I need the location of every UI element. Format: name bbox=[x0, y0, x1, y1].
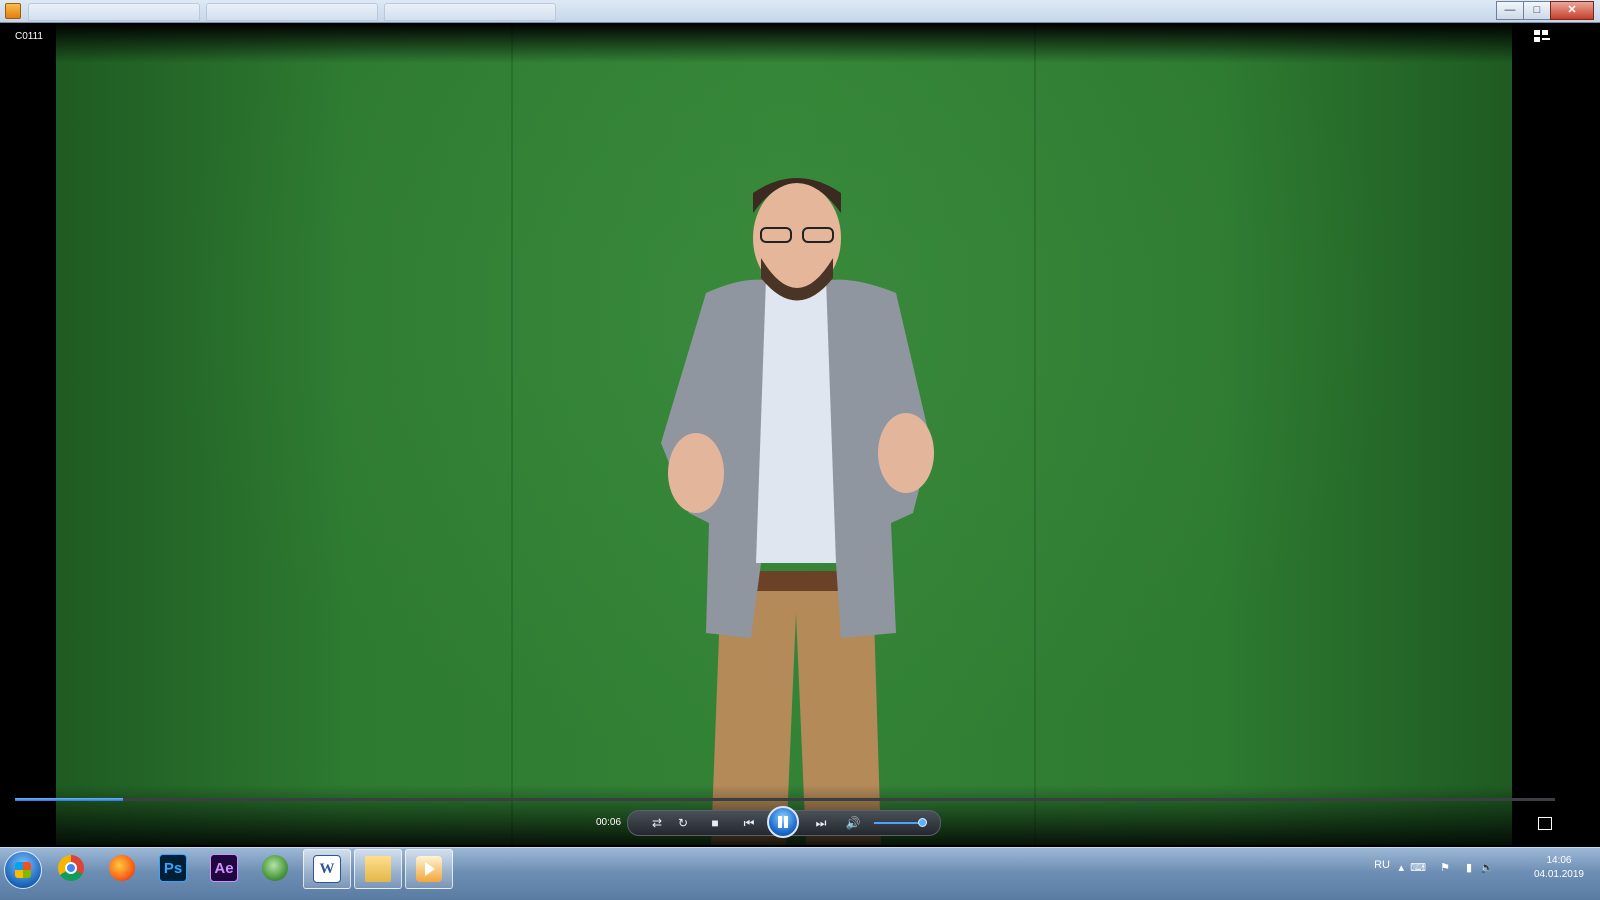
after-effects-icon: Ae bbox=[210, 854, 238, 882]
playback-controls: 00:06 ⇄ ↻ ■ ⏮ ⏭ 🔊 bbox=[6, 785, 1564, 845]
repeat-icon[interactable]: ↻ bbox=[674, 815, 692, 831]
backdrop-seam bbox=[1034, 23, 1036, 845]
taskbar-globe-app[interactable] bbox=[252, 849, 298, 887]
seek-bar[interactable] bbox=[15, 798, 1555, 801]
window-controls: — □ ✕ bbox=[1496, 1, 1594, 20]
maximize-button[interactable]: □ bbox=[1523, 1, 1551, 20]
seek-bar-progress bbox=[15, 798, 123, 801]
taskbar-media-player[interactable] bbox=[405, 849, 453, 889]
taskbar: Ps Ae W RU ▴ ⌨ ⚑ ▮ 🔈 14:06 04.01.2019 bbox=[0, 847, 1600, 900]
taskbar-word[interactable]: W bbox=[303, 849, 351, 889]
clock[interactable]: 14:06 04.01.2019 bbox=[1534, 854, 1584, 882]
taskbar-file-explorer[interactable] bbox=[354, 849, 402, 889]
minimize-button[interactable]: — bbox=[1496, 1, 1524, 20]
taskbar-photoshop[interactable]: Ps bbox=[150, 849, 196, 887]
blurred-tab bbox=[206, 3, 378, 21]
presenter-figure bbox=[661, 178, 934, 845]
show-hidden-icons-icon[interactable]: ▴ bbox=[1398, 861, 1404, 874]
backdrop-seam bbox=[511, 23, 513, 845]
chrome-icon bbox=[58, 855, 84, 881]
volume-icon[interactable]: 🔊 bbox=[844, 815, 862, 831]
elapsed-time: 00:06 bbox=[596, 817, 622, 828]
video-player[interactable]: C0111 00:06 ⇄ ↻ ■ ⏮ ⏭ 🔊 bbox=[6, 23, 1564, 845]
globe-icon bbox=[262, 855, 288, 881]
fullscreen-icon[interactable] bbox=[1538, 817, 1552, 830]
volume-slider[interactable] bbox=[874, 818, 928, 827]
photoshop-icon: Ps bbox=[159, 854, 187, 882]
shuffle-icon[interactable]: ⇄ bbox=[648, 815, 666, 831]
close-button[interactable]: ✕ bbox=[1550, 1, 1594, 20]
taskbar-firefox[interactable] bbox=[99, 849, 145, 887]
previous-icon[interactable]: ⏮ bbox=[736, 815, 762, 831]
next-icon[interactable]: ⏭ bbox=[808, 815, 834, 831]
stop-icon[interactable]: ■ bbox=[706, 815, 724, 831]
video-frame[interactable] bbox=[56, 23, 1512, 845]
clock-date: 04.01.2019 bbox=[1533, 869, 1584, 880]
folder-icon bbox=[365, 856, 391, 882]
taskbar-chrome[interactable] bbox=[48, 849, 94, 887]
pause-button[interactable] bbox=[767, 806, 799, 838]
blurred-tab bbox=[384, 3, 556, 21]
blurred-tab bbox=[28, 3, 200, 21]
taskbar-after-effects[interactable]: Ae bbox=[201, 849, 247, 887]
network-signal-icon[interactable]: ▮ bbox=[1466, 861, 1472, 874]
clock-time: 14:06 bbox=[1546, 855, 1572, 866]
start-button[interactable] bbox=[4, 851, 42, 889]
blurred-title-area bbox=[28, 3, 556, 21]
volume-level bbox=[874, 822, 924, 824]
clip-title: C0111 bbox=[15, 31, 43, 42]
firefox-icon bbox=[109, 855, 135, 881]
word-icon: W bbox=[313, 855, 341, 883]
media-player-icon bbox=[416, 856, 442, 882]
transport-bar: ⇄ ↻ ■ ⏮ ⏭ 🔊 bbox=[627, 806, 941, 838]
title-bar: — □ ✕ bbox=[0, 0, 1600, 23]
language-indicator[interactable]: RU bbox=[1374, 859, 1390, 871]
action-center-flag-icon[interactable]: ⚑ bbox=[1440, 861, 1450, 874]
media-player-app-icon[interactable] bbox=[5, 3, 21, 19]
switch-to-library-icon[interactable] bbox=[1534, 30, 1550, 44]
speaker-icon[interactable]: 🔈 bbox=[1480, 861, 1494, 874]
keyboard-icon[interactable]: ⌨ bbox=[1410, 861, 1426, 874]
volume-knob[interactable] bbox=[918, 818, 928, 827]
